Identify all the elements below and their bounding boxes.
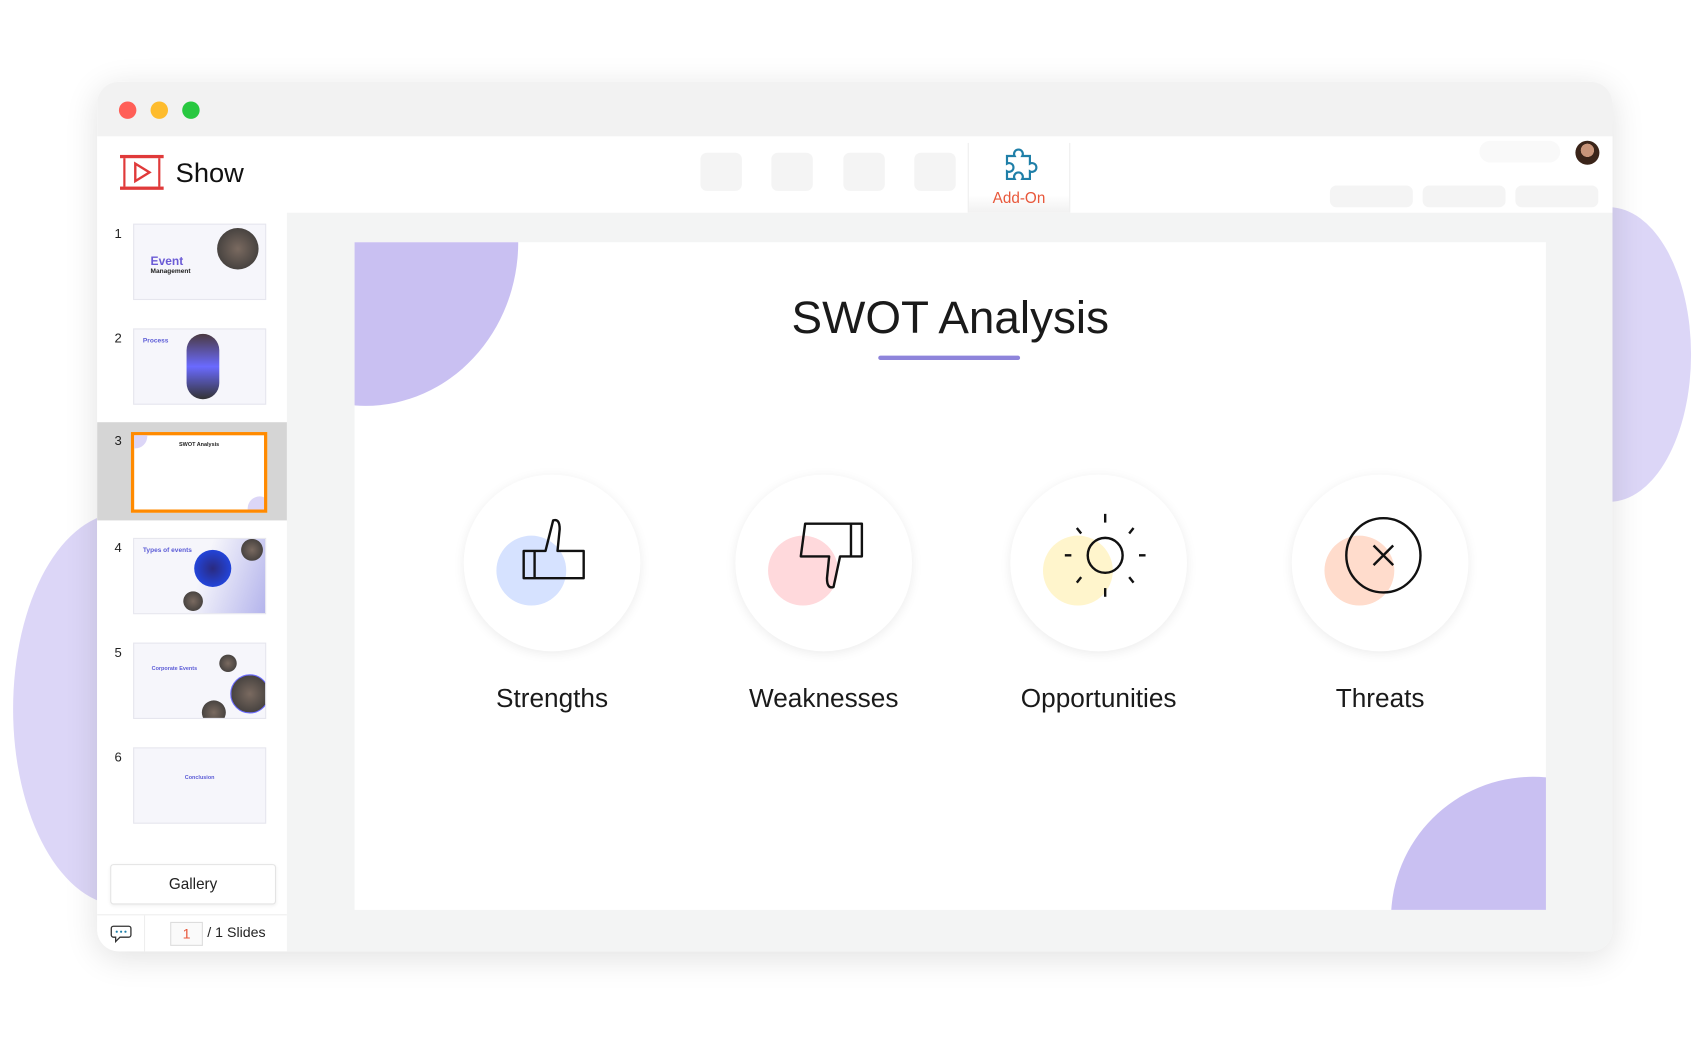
thumb-title: Conclusion <box>184 774 215 782</box>
thumb-photo <box>194 549 232 587</box>
thumb-subtitle: Management <box>150 268 191 275</box>
thumb-photo <box>186 333 220 400</box>
thumb-photo <box>219 654 237 673</box>
thumb-photo <box>201 700 226 718</box>
puzzle-icon <box>1005 148 1038 181</box>
slide-number: 4 <box>114 540 122 556</box>
thumb-title: Types of events <box>142 547 192 555</box>
thumbnail: Process <box>133 328 267 405</box>
thumb-title: Corporate Events <box>151 665 198 673</box>
sun-icon <box>1042 513 1146 606</box>
chat-icon[interactable] <box>110 924 132 944</box>
swot-label: Strengths <box>495 684 609 714</box>
slide-number: 3 <box>114 433 122 449</box>
thumb-photo <box>183 591 203 611</box>
slide-number: 1 <box>114 225 122 242</box>
thumbs-down-icon <box>768 522 864 606</box>
slide-thumbnail-5[interactable]: 5 Corporate Events <box>97 634 287 732</box>
editor-area: SWOT Analysis Strengths Weaknesses Oppor… <box>286 212 1613 952</box>
share-button[interactable] <box>1479 140 1561 163</box>
slide-number: 6 <box>114 749 122 765</box>
header-action-button[interactable] <box>1329 185 1413 208</box>
swot-strengths: Strengths <box>459 474 644 715</box>
close-circle-icon <box>1324 517 1422 606</box>
toolbar-button[interactable] <box>700 152 742 191</box>
divider <box>144 915 146 952</box>
app-header: Show Add-On <box>97 136 1613 213</box>
thumbs-up-icon <box>496 518 585 606</box>
title-underline <box>878 355 1021 361</box>
addon-button[interactable]: Add-On <box>967 142 1071 213</box>
maximize-button[interactable] <box>182 101 200 119</box>
swot-threats: Threats <box>1287 474 1472 715</box>
slide-thumbnail-1[interactable]: 1 Event Management <box>97 215 287 313</box>
toolbar-button[interactable] <box>914 152 956 191</box>
slide-number: 5 <box>114 644 122 661</box>
slide-number: 2 <box>114 330 122 346</box>
swot-opportunities: Opportunities <box>1006 474 1191 715</box>
thumbnail: SWOT Analysis <box>130 432 268 513</box>
header-action-button[interactable] <box>1515 185 1599 208</box>
avatar[interactable] <box>1575 140 1600 165</box>
toolbar-button[interactable] <box>771 152 813 191</box>
thumb-title: Process <box>142 338 169 345</box>
slide-title: SWOT Analysis <box>791 291 1109 343</box>
thumbnail: Conclusion <box>133 747 267 824</box>
thumb-photo <box>241 538 263 561</box>
thumb-photo <box>217 228 259 270</box>
swot-label: Threats <box>1335 684 1425 714</box>
swot-weaknesses: Weaknesses <box>731 474 916 715</box>
slide-panel: 1 Event Management 2 Process 3 SWOT Anal… <box>97 212 287 952</box>
app-window: Show Add-On 1 Event Management 2 Process… <box>97 81 1613 952</box>
thumb-title: Event <box>150 255 184 269</box>
swot-label: Weaknesses <box>748 684 899 714</box>
thumb-title: SWOT Analysis <box>179 441 220 449</box>
minimize-button[interactable] <box>150 101 169 119</box>
swot-label: Opportunities <box>1020 684 1177 714</box>
thumb-photo <box>230 674 266 714</box>
decorative-brush-bottom-right <box>1391 776 1546 910</box>
thumbnail: Corporate Events <box>133 642 267 719</box>
thumb-blob <box>247 496 265 510</box>
slide-thumbnail-4[interactable]: 4 Types of events <box>97 529 287 627</box>
slide-thumbnail-6[interactable]: 6 Conclusion <box>97 739 287 837</box>
header-action-button[interactable] <box>1422 185 1506 208</box>
toolbar-button[interactable] <box>843 152 885 191</box>
thumbnail: Types of events <box>133 537 267 615</box>
close-button[interactable] <box>118 101 137 119</box>
gallery-button[interactable]: Gallery <box>110 864 277 905</box>
title-bar <box>97 81 1613 137</box>
panel-footer: 1 / 1 Slides <box>97 914 287 952</box>
show-logo-icon <box>120 154 164 190</box>
app-name: Show <box>175 158 244 189</box>
thumbnail: Event Management <box>133 223 267 301</box>
page-total: / 1 Slides <box>207 924 266 941</box>
slide-canvas[interactable]: SWOT Analysis Strengths Weaknesses Oppor… <box>354 242 1546 910</box>
slide-thumbnail-2[interactable]: 2 Process <box>97 320 287 418</box>
slide-thumbnail-3[interactable]: 3 SWOT Analysis <box>97 422 287 521</box>
page-number-input[interactable]: 1 <box>170 921 203 946</box>
addon-label: Add-On <box>992 188 1046 207</box>
